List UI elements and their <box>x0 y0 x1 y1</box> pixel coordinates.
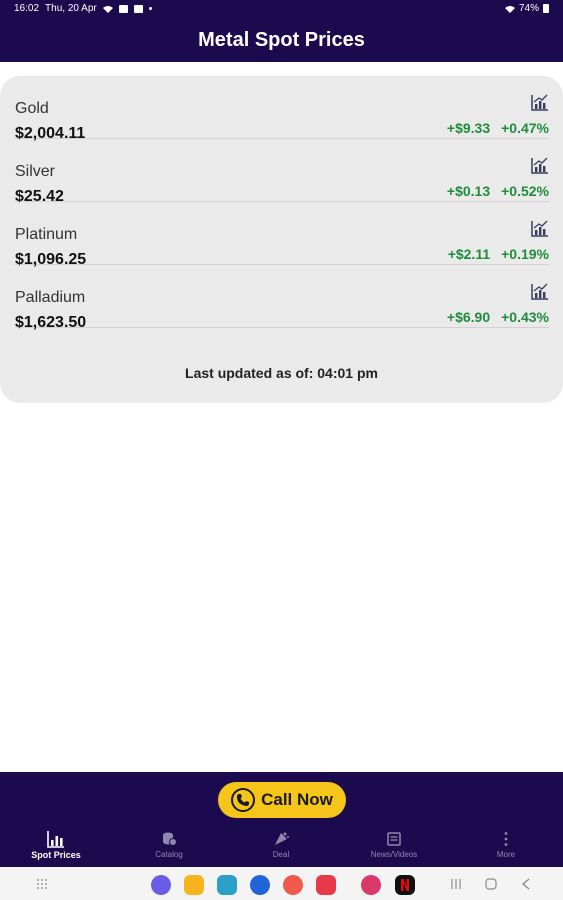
status-bar-right: 74% <box>504 3 549 14</box>
tab-catalog[interactable]: Catalog <box>119 830 219 859</box>
metal-row-silver[interactable]: Silver $25.42 +$0.13 +0.52% <box>15 139 549 205</box>
tab-label: Catalog <box>155 850 183 859</box>
chart-icon <box>47 831 64 848</box>
back-icon[interactable] <box>521 878 531 890</box>
change-amount: +$6.90 <box>446 309 491 325</box>
phone-icon <box>231 788 256 812</box>
chart-icon[interactable] <box>531 157 549 174</box>
call-now-label: Call Now <box>261 790 333 809</box>
wifi-signal-icon <box>504 5 515 13</box>
tab-label: Deal <box>272 850 290 859</box>
gallery-notification-icon <box>118 4 128 13</box>
battery-icon <box>543 4 549 13</box>
metal-name: Silver <box>15 163 56 180</box>
video-app-icon[interactable] <box>316 875 336 895</box>
battery-level: 74% <box>518 3 539 14</box>
tab-label: News/Videos <box>370 850 418 859</box>
call-now-button[interactable]: Call Now <box>218 782 346 818</box>
metal-row-palladium[interactable]: Palladium $1,623.50 +$6.90 +0.43% <box>15 265 549 331</box>
metal-price: $1,623.50 <box>15 314 87 331</box>
deal-icon <box>275 832 289 845</box>
change-percent: +0.43% <box>501 309 549 325</box>
messages-app-icon[interactable] <box>250 875 270 895</box>
home-icon[interactable] <box>485 878 497 890</box>
netflix-app-icon[interactable] <box>395 875 415 895</box>
change-percent: +0.47% <box>501 120 549 136</box>
coins-icon <box>163 832 177 846</box>
system-taskbar <box>0 867 563 900</box>
metal-name: Gold <box>15 100 49 117</box>
status-time: 16:02 <box>14 3 40 14</box>
contacts-app-icon[interactable] <box>283 875 303 895</box>
tab-news-videos[interactable]: News/Videos <box>344 830 444 859</box>
news-icon <box>387 832 401 846</box>
chart-icon[interactable] <box>531 220 549 237</box>
change-amount: +$9.33 <box>446 120 491 136</box>
status-date: Thu, 20 Apr <box>45 3 97 14</box>
more-icon <box>504 832 508 846</box>
price-change: +$0.13 +0.52% <box>447 183 549 199</box>
recent-apps-icon[interactable] <box>450 878 462 890</box>
app-drawer-icon[interactable] <box>36 878 48 890</box>
chart-icon[interactable] <box>531 283 549 300</box>
more-notifications-icon <box>148 7 152 10</box>
wifi-icon <box>102 5 113 13</box>
page-title: Metal Spot Prices <box>198 29 365 51</box>
metal-row-platinum[interactable]: Platinum $1,096.25 +$2.11 +0.19% <box>15 202 549 268</box>
change-percent: +0.19% <box>501 246 549 262</box>
price-change: +$9.33 +0.47% <box>447 120 549 136</box>
metal-row-gold[interactable]: Gold $2,004.11 +$9.33 +0.47% <box>15 76 549 142</box>
price-change: +$6.90 +0.43% <box>447 309 549 325</box>
chart-icon[interactable] <box>531 94 549 111</box>
message-notification-icon <box>133 4 143 13</box>
price-change: +$2.11 +0.19% <box>448 246 549 262</box>
change-amount: +$0.13 <box>446 183 491 199</box>
app-root: 16:02 Thu, 20 Apr 74% Metal Spot Prices … <box>0 0 563 900</box>
bottom-navigation: Call Now Spot Prices Catalog Deal News/V… <box>0 772 563 867</box>
top-app-bar: 16:02 Thu, 20 Apr 74% Metal Spot Prices <box>0 0 563 62</box>
tab-deal[interactable]: Deal <box>231 830 331 859</box>
browser-app-icon[interactable] <box>151 875 171 895</box>
gallery-app-icon[interactable] <box>361 875 381 895</box>
change-amount: +$2.11 <box>447 246 491 262</box>
tab-label: More <box>496 850 516 859</box>
tab-label: Spot Prices <box>31 850 81 860</box>
metal-name: Platinum <box>15 226 78 243</box>
calendar-app-icon[interactable] <box>217 875 237 895</box>
notes-app-icon[interactable] <box>184 875 204 895</box>
metal-name: Palladium <box>15 289 86 306</box>
tab-spot-prices[interactable]: Spot Prices <box>6 830 106 860</box>
status-bar-left: 16:02 Thu, 20 Apr <box>14 3 152 14</box>
tab-more[interactable]: More <box>456 830 556 859</box>
last-updated-text: Last updated as of: 04:01 pm <box>185 365 378 381</box>
change-percent: +0.52% <box>501 183 549 199</box>
spot-prices-card: Gold $2,004.11 +$9.33 +0.47% Silver $25.… <box>0 76 563 403</box>
